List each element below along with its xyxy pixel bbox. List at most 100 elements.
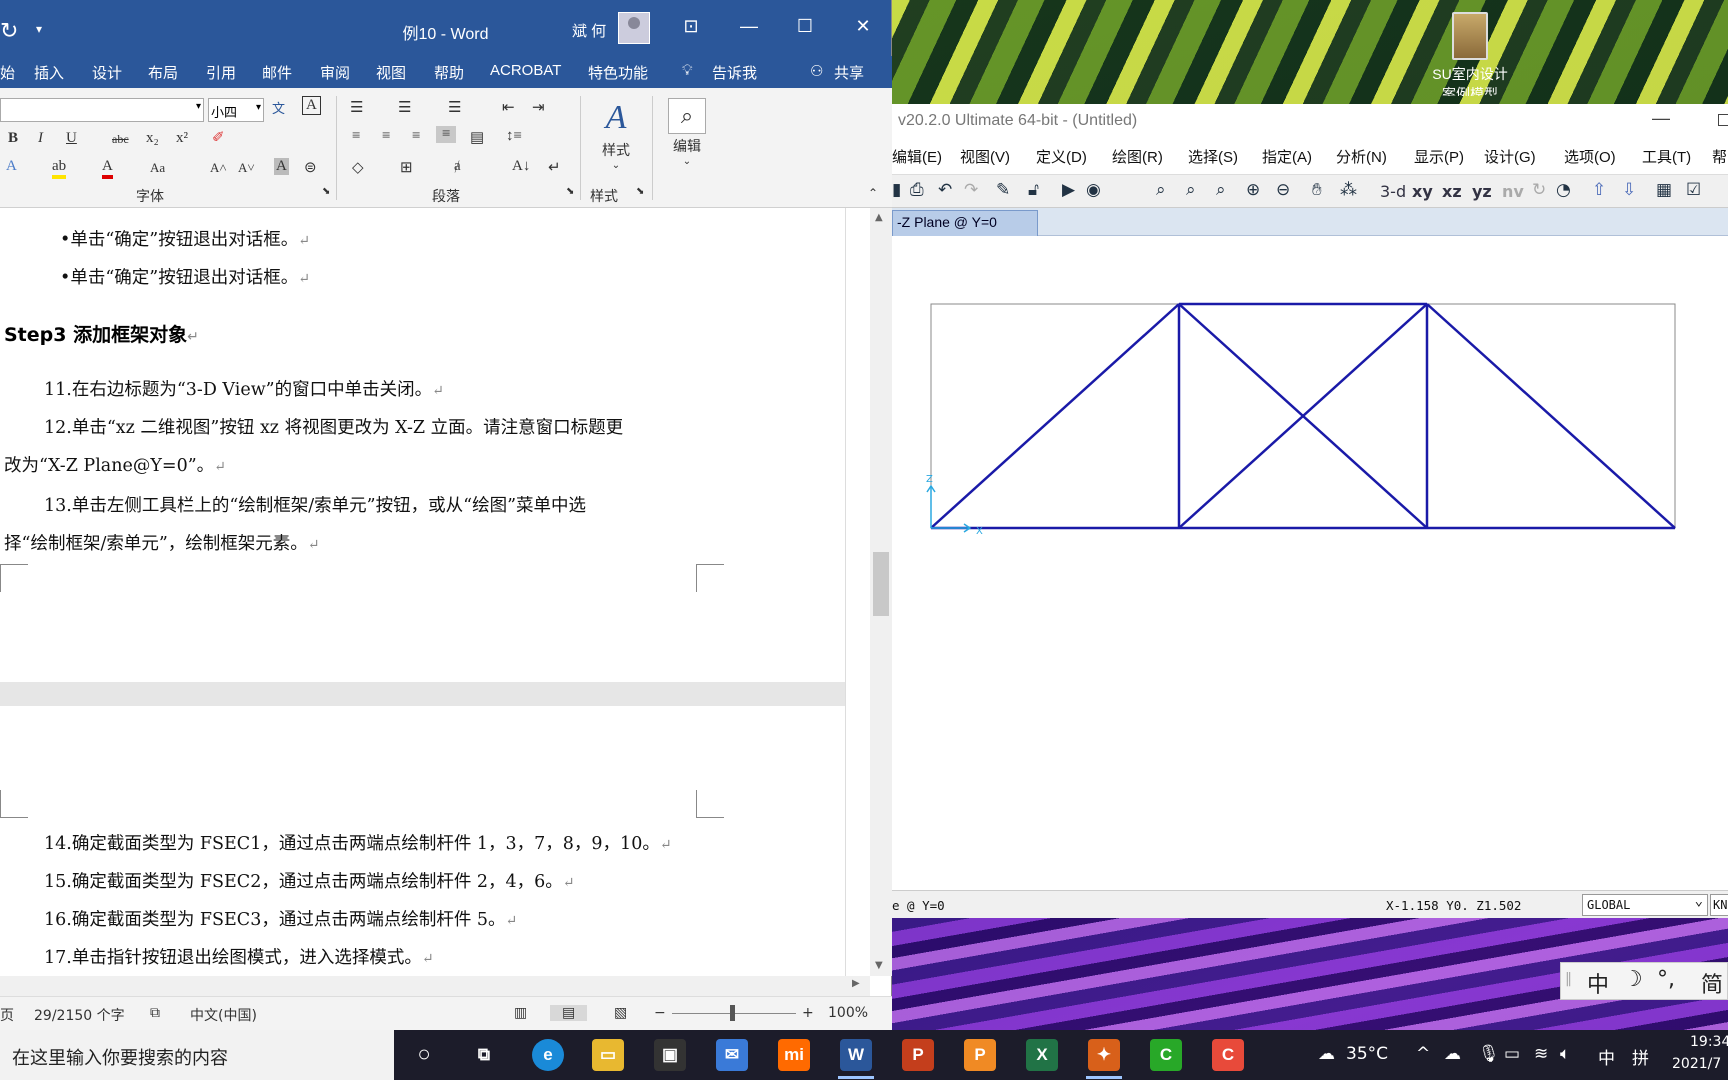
- line-spacing-icon[interactable]: ↕≡: [506, 128, 522, 145]
- menu-options[interactable]: 选项(O): [1564, 146, 1616, 167]
- temperature[interactable]: 35°C: [1346, 1044, 1388, 1064]
- shading-icon[interactable]: ◇: [352, 158, 364, 177]
- tab-mailings[interactable]: 邮件: [262, 62, 292, 83]
- page-indicator[interactable]: 页: [0, 1005, 14, 1025]
- tab-help[interactable]: 帮助: [434, 62, 464, 83]
- chinese-layout-icon[interactable]: ⱥ: [454, 158, 461, 175]
- view-3d-button[interactable]: 3-d: [1380, 182, 1406, 201]
- menu-analyze[interactable]: 分析(N): [1336, 146, 1387, 167]
- proofing-icon[interactable]: ⧉: [150, 1005, 160, 1021]
- menu-define[interactable]: 定义(D): [1036, 146, 1087, 167]
- weather-icon[interactable]: ☁: [1318, 1044, 1335, 1064]
- units-select[interactable]: KN: [1710, 894, 1728, 916]
- tab-review[interactable]: 审阅: [320, 62, 350, 83]
- maximize-icon[interactable]: ☐: [790, 16, 820, 37]
- align-left-icon[interactable]: ≡: [352, 128, 360, 145]
- ime-lang-indicator[interactable]: 中: [1598, 1044, 1615, 1069]
- highlight-icon[interactable]: ab: [52, 158, 67, 179]
- word-count[interactable]: 29/2150 个字: [34, 1005, 125, 1025]
- zoom-out-icon[interactable]: −: [654, 1005, 666, 1021]
- pan-icon[interactable]: ✋︎: [1312, 180, 1322, 200]
- redo-icon[interactable]: ↷: [964, 180, 978, 200]
- maximize-icon[interactable]: [1718, 114, 1728, 126]
- walk-icon[interactable]: ⁂: [1340, 180, 1357, 200]
- decrease-indent-icon[interactable]: ⇤: [502, 98, 515, 117]
- change-case-icon[interactable]: Aa: [150, 160, 165, 176]
- char-shading-icon[interactable]: A: [274, 158, 289, 175]
- menu-edit[interactable]: 编辑(E): [892, 146, 942, 167]
- ime-moon-icon[interactable]: ☽: [1623, 967, 1643, 992]
- vertical-scrollbar[interactable]: ▲ ▼: [870, 208, 892, 976]
- underline-icon[interactable]: U: [66, 130, 77, 147]
- minimize-icon[interactable]: —: [1652, 108, 1670, 129]
- paragraph-dialog-icon[interactable]: ⬊: [566, 186, 574, 197]
- editing-button[interactable]: ⌕ 编辑 ⌄: [662, 98, 712, 167]
- phonetic-guide-icon[interactable]: 文: [272, 98, 285, 117]
- numbering-icon[interactable]: ☰: [398, 98, 411, 117]
- lock-icon[interactable]: 🔓︎: [1028, 180, 1039, 200]
- taskbar-search-box[interactable]: 在这里输入你要搜索的内容: [0, 1030, 394, 1080]
- camtasia-red-icon[interactable]: C: [1212, 1039, 1244, 1071]
- scroll-thumb[interactable]: [873, 552, 889, 616]
- font-size-box[interactable]: 小四 ▾: [208, 98, 264, 122]
- tray-expand-icon[interactable]: ^: [1416, 1044, 1430, 1064]
- zoom-full-icon[interactable]: ⌕: [1216, 180, 1226, 200]
- wifi-icon[interactable]: ≋: [1534, 1044, 1548, 1064]
- horizontal-scrollbar[interactable]: ▶: [0, 976, 870, 996]
- menu-view[interactable]: 视图(V): [960, 146, 1010, 167]
- desktop-icon-su-design[interactable]: SU室内设计 案例模型: [1420, 12, 1520, 96]
- view-nv-button[interactable]: nv: [1502, 182, 1524, 201]
- zoom-in-icon[interactable]: ⊕: [1246, 180, 1260, 200]
- zoom-out-icon[interactable]: ⊖: [1276, 180, 1290, 200]
- tab-design[interactable]: 设计: [92, 62, 122, 83]
- ribbon-display-icon[interactable]: ⊡: [676, 16, 706, 37]
- zoom-in-icon[interactable]: +: [802, 1005, 814, 1021]
- model-view-canvas[interactable]: Z X: [892, 236, 1728, 890]
- clock-time[interactable]: 19:34: [1690, 1034, 1728, 1050]
- move-down-icon[interactable]: ⇩: [1622, 180, 1636, 200]
- increase-indent-icon[interactable]: ⇥: [532, 98, 545, 117]
- tab-special-features[interactable]: 特色功能: [588, 62, 648, 83]
- document-area[interactable]: •单击“确定”按钮退出对话框。↵ •单击“确定”按钮退出对话框。↵ Step3 …: [0, 208, 846, 976]
- view-xy-button[interactable]: xy: [1412, 182, 1433, 201]
- font-name-box[interactable]: ▾: [0, 98, 204, 122]
- distributed-icon[interactable]: ▤: [470, 128, 484, 147]
- scroll-down-icon[interactable]: ▼: [875, 960, 883, 971]
- scroll-up-icon[interactable]: ▲: [875, 212, 883, 223]
- ime-punct[interactable]: °,: [1657, 967, 1675, 992]
- zoom-window-icon[interactable]: ⌕: [1156, 180, 1166, 200]
- tell-me-search[interactable]: 告诉我: [712, 62, 757, 83]
- show-marks-icon[interactable]: ↵: [548, 158, 561, 177]
- minimize-icon[interactable]: —: [734, 16, 764, 37]
- onedrive-icon[interactable]: ☁: [1444, 1044, 1461, 1064]
- ime-mode[interactable]: 中: [1587, 967, 1609, 999]
- zoom-slider-thumb[interactable]: [730, 1005, 735, 1021]
- grow-font-icon[interactable]: A˄: [210, 160, 227, 176]
- menu-draw[interactable]: 绘图(R): [1112, 146, 1163, 167]
- menu-design[interactable]: 设计(G): [1484, 146, 1536, 167]
- powerpoint-icon[interactable]: P: [902, 1039, 934, 1071]
- web-layout-icon[interactable]: ▧: [614, 1005, 627, 1021]
- ime-pinyin-indicator[interactable]: 拼: [1632, 1044, 1649, 1069]
- tab-xz-plane[interactable]: -Z Plane @ Y=0: [892, 210, 1038, 236]
- cortana-icon[interactable]: ○: [408, 1039, 440, 1071]
- pdf-app-icon[interactable]: P: [964, 1039, 996, 1071]
- file-explorer-icon[interactable]: ▭: [592, 1039, 624, 1071]
- display-options-icon[interactable]: ▦: [1656, 180, 1672, 200]
- text-effects-icon[interactable]: A: [6, 158, 17, 175]
- menu-select[interactable]: 选择(S): [1188, 146, 1238, 167]
- tab-home[interactable]: 始: [0, 62, 15, 83]
- pencil-icon[interactable]: ✎: [996, 180, 1010, 200]
- avatar[interactable]: [618, 12, 650, 44]
- edge-icon[interactable]: e: [532, 1039, 564, 1071]
- borders-icon[interactable]: ⊞: [400, 158, 413, 177]
- italic-icon[interactable]: I: [38, 130, 43, 147]
- strikethrough-icon[interactable]: abc: [112, 132, 129, 147]
- justify-icon[interactable]: ≡: [436, 126, 457, 143]
- mic-icon[interactable]: 🎙︎: [1478, 1044, 1500, 1064]
- run-icon[interactable]: ▶: [1062, 180, 1075, 200]
- sort-icon[interactable]: A↓: [512, 158, 530, 175]
- clear-format-icon[interactable]: ✐: [212, 128, 225, 147]
- mi-icon[interactable]: mi: [778, 1039, 810, 1071]
- shrink-font-icon[interactable]: A˅: [238, 160, 255, 176]
